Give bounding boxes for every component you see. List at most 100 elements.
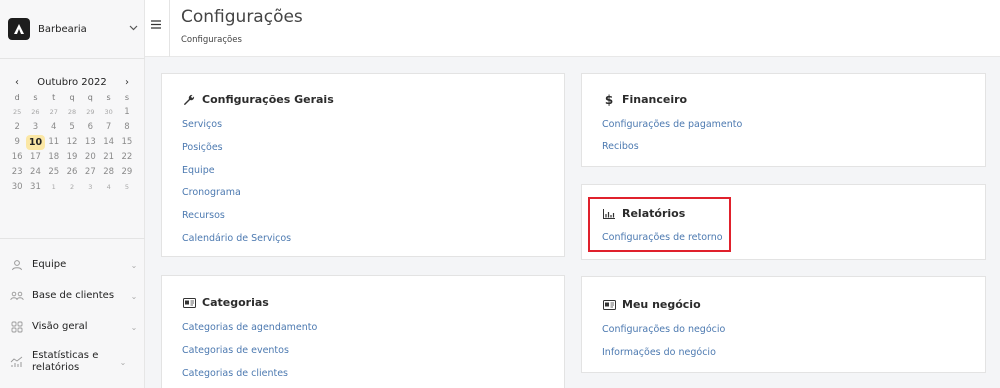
calendar-day[interactable]: 6 <box>81 120 99 135</box>
id-card-icon <box>182 297 196 309</box>
calendar-day[interactable]: 23 <box>8 165 26 180</box>
wrench-icon <box>182 94 196 106</box>
chevron-down-icon: ⌄ <box>130 322 138 332</box>
card-title-text: Financeiro <box>622 93 688 106</box>
page-header: Configurações Configurações <box>145 0 1000 57</box>
link-configuracoes-pagamento[interactable]: Configurações de pagamento <box>602 119 742 130</box>
calendar-day[interactable]: 21 <box>99 150 117 165</box>
calendar-day[interactable]: 4 <box>45 120 63 135</box>
sidebar-item-visao-geral[interactable]: Visão geral ⌄ <box>0 320 145 334</box>
calendar-day[interactable]: 8 <box>118 120 136 135</box>
calendar-day[interactable]: 3 <box>81 180 99 195</box>
brand-selector[interactable]: Barbearia <box>8 14 138 44</box>
calendar-day[interactable]: 16 <box>8 150 26 165</box>
link-recursos[interactable]: Recursos <box>182 210 225 221</box>
id-card-icon <box>602 299 616 311</box>
chevron-down-icon: ⌄ <box>130 291 138 301</box>
calendar-weekday: s <box>124 93 130 102</box>
calendar-day[interactable]: 27 <box>81 165 99 180</box>
dollar-icon: $ <box>604 92 614 107</box>
calendar-day[interactable]: 3 <box>26 120 44 135</box>
calendar-day[interactable]: 28 <box>63 105 81 120</box>
calendar-day[interactable]: 30 <box>8 180 26 195</box>
header-divider <box>169 0 170 57</box>
person-icon <box>10 258 24 272</box>
clients-icon <box>10 289 24 303</box>
calendar-weekday: q <box>87 93 93 102</box>
card-title: $ Financeiro <box>602 92 688 107</box>
card-configuracoes-gerais: Configurações Gerais Serviços Posições E… <box>161 73 565 257</box>
calendar-day[interactable]: 29 <box>118 165 136 180</box>
hamburger-icon[interactable] <box>151 18 161 33</box>
sidebar-item-label: Base de clientes <box>32 290 115 301</box>
calendar-day[interactable]: 30 <box>99 105 117 120</box>
calendar-weekday: s <box>33 93 38 102</box>
sidebar-item-clientes[interactable]: Base de clientes ⌄ <box>0 289 145 303</box>
calendar-day[interactable]: 13 <box>81 135 99 150</box>
card-title: Meu negócio <box>602 298 701 311</box>
link-calendario-servicos[interactable]: Calendário de Serviços <box>182 233 291 244</box>
chevron-down-icon: ⌄ <box>119 357 127 367</box>
link-categorias-eventos[interactable]: Categorias de eventos <box>182 345 289 356</box>
calendar-day[interactable]: 19 <box>63 150 81 165</box>
calendar-day[interactable]: 31 <box>26 180 44 195</box>
calendar-day[interactable]: 2 <box>8 120 26 135</box>
calendar-day[interactable]: 17 <box>26 150 44 165</box>
calendar-weekday: q <box>69 93 75 102</box>
calendar-day[interactable]: 26 <box>26 105 44 120</box>
calendar-day[interactable]: 27 <box>45 105 63 120</box>
mini-calendar: ‹ Outubro 2022 › d s t q q s s 25 26 27 28 29 30 1 2 3 4… <box>8 76 136 195</box>
calendar-day-today[interactable]: 10 <box>26 135 45 150</box>
link-categorias-clientes[interactable]: Categorias de clientes <box>182 368 288 379</box>
calendar-day[interactable]: 28 <box>99 165 117 180</box>
calendar-day[interactable]: 11 <box>45 135 63 150</box>
link-cronograma[interactable]: Cronograma <box>182 187 241 198</box>
calendar-day[interactable]: 5 <box>118 180 136 195</box>
link-informacoes-negocio[interactable]: Informações do negócio <box>602 347 716 358</box>
calendar-day[interactable]: 4 <box>99 180 117 195</box>
link-configuracoes-negocio[interactable]: Configurações do negócio <box>602 324 725 335</box>
calendar-grid: d s t q q s s 25 26 27 28 29 30 1 2 3 4 5 6 7 8 9 10 11 12 13 14 15… <box>8 90 136 195</box>
link-servicos[interactable]: Serviços <box>182 119 222 130</box>
sidebar-item-equipe[interactable]: Equipe ⌄ <box>0 258 145 272</box>
calendar-day[interactable]: 1 <box>118 105 136 120</box>
sidebar-divider <box>0 238 145 239</box>
card-title: Categorias <box>182 296 269 309</box>
calendar-day[interactable]: 26 <box>63 165 81 180</box>
page-title: Configurações <box>181 7 303 27</box>
link-posicoes[interactable]: Posições <box>182 142 223 153</box>
link-categorias-agendamento[interactable]: Categorias de agendamento <box>182 322 317 333</box>
calendar-prev-button[interactable]: ‹ <box>10 77 24 88</box>
calendar-day[interactable]: 24 <box>26 165 44 180</box>
sidebar-item-estatisticas[interactable]: Estatísticas e relatórios ⌄ <box>0 350 145 374</box>
sidebar-item-label: Visão geral <box>32 321 88 332</box>
chevron-down-icon: ⌄ <box>130 260 138 270</box>
link-recibos[interactable]: Recibos <box>602 141 639 152</box>
calendar-next-button[interactable]: › <box>120 77 134 88</box>
calendar-weekday: d <box>14 93 20 102</box>
card-title-text: Meu negócio <box>622 298 701 311</box>
card-title: Configurações Gerais <box>182 93 334 106</box>
calendar-day[interactable]: 15 <box>118 135 136 150</box>
highlight-box <box>588 197 731 252</box>
link-equipe[interactable]: Equipe <box>182 165 215 176</box>
calendar-day[interactable]: 9 <box>8 135 26 150</box>
stats-icon <box>10 355 24 369</box>
calendar-day[interactable]: 29 <box>81 105 99 120</box>
calendar-day[interactable]: 14 <box>99 135 117 150</box>
calendar-month-label: Outubro 2022 <box>37 76 107 88</box>
sidebar: Barbearia ‹ Outubro 2022 › d s t q q s s 25 26 27… <box>0 0 145 388</box>
calendar-day[interactable]: 7 <box>99 120 117 135</box>
chevron-down-icon <box>129 24 138 34</box>
calendar-day[interactable]: 18 <box>45 150 63 165</box>
calendar-day[interactable]: 5 <box>63 120 81 135</box>
calendar-day[interactable]: 25 <box>45 165 63 180</box>
sidebar-item-label: Equipe <box>32 259 67 270</box>
calendar-day[interactable]: 1 <box>45 180 63 195</box>
calendar-day[interactable]: 2 <box>63 180 81 195</box>
calendar-day[interactable]: 20 <box>81 150 99 165</box>
calendar-day[interactable]: 12 <box>63 135 81 150</box>
calendar-day[interactable]: 22 <box>118 150 136 165</box>
calendar-day[interactable]: 25 <box>8 105 26 120</box>
breadcrumb: Configurações <box>181 35 242 45</box>
